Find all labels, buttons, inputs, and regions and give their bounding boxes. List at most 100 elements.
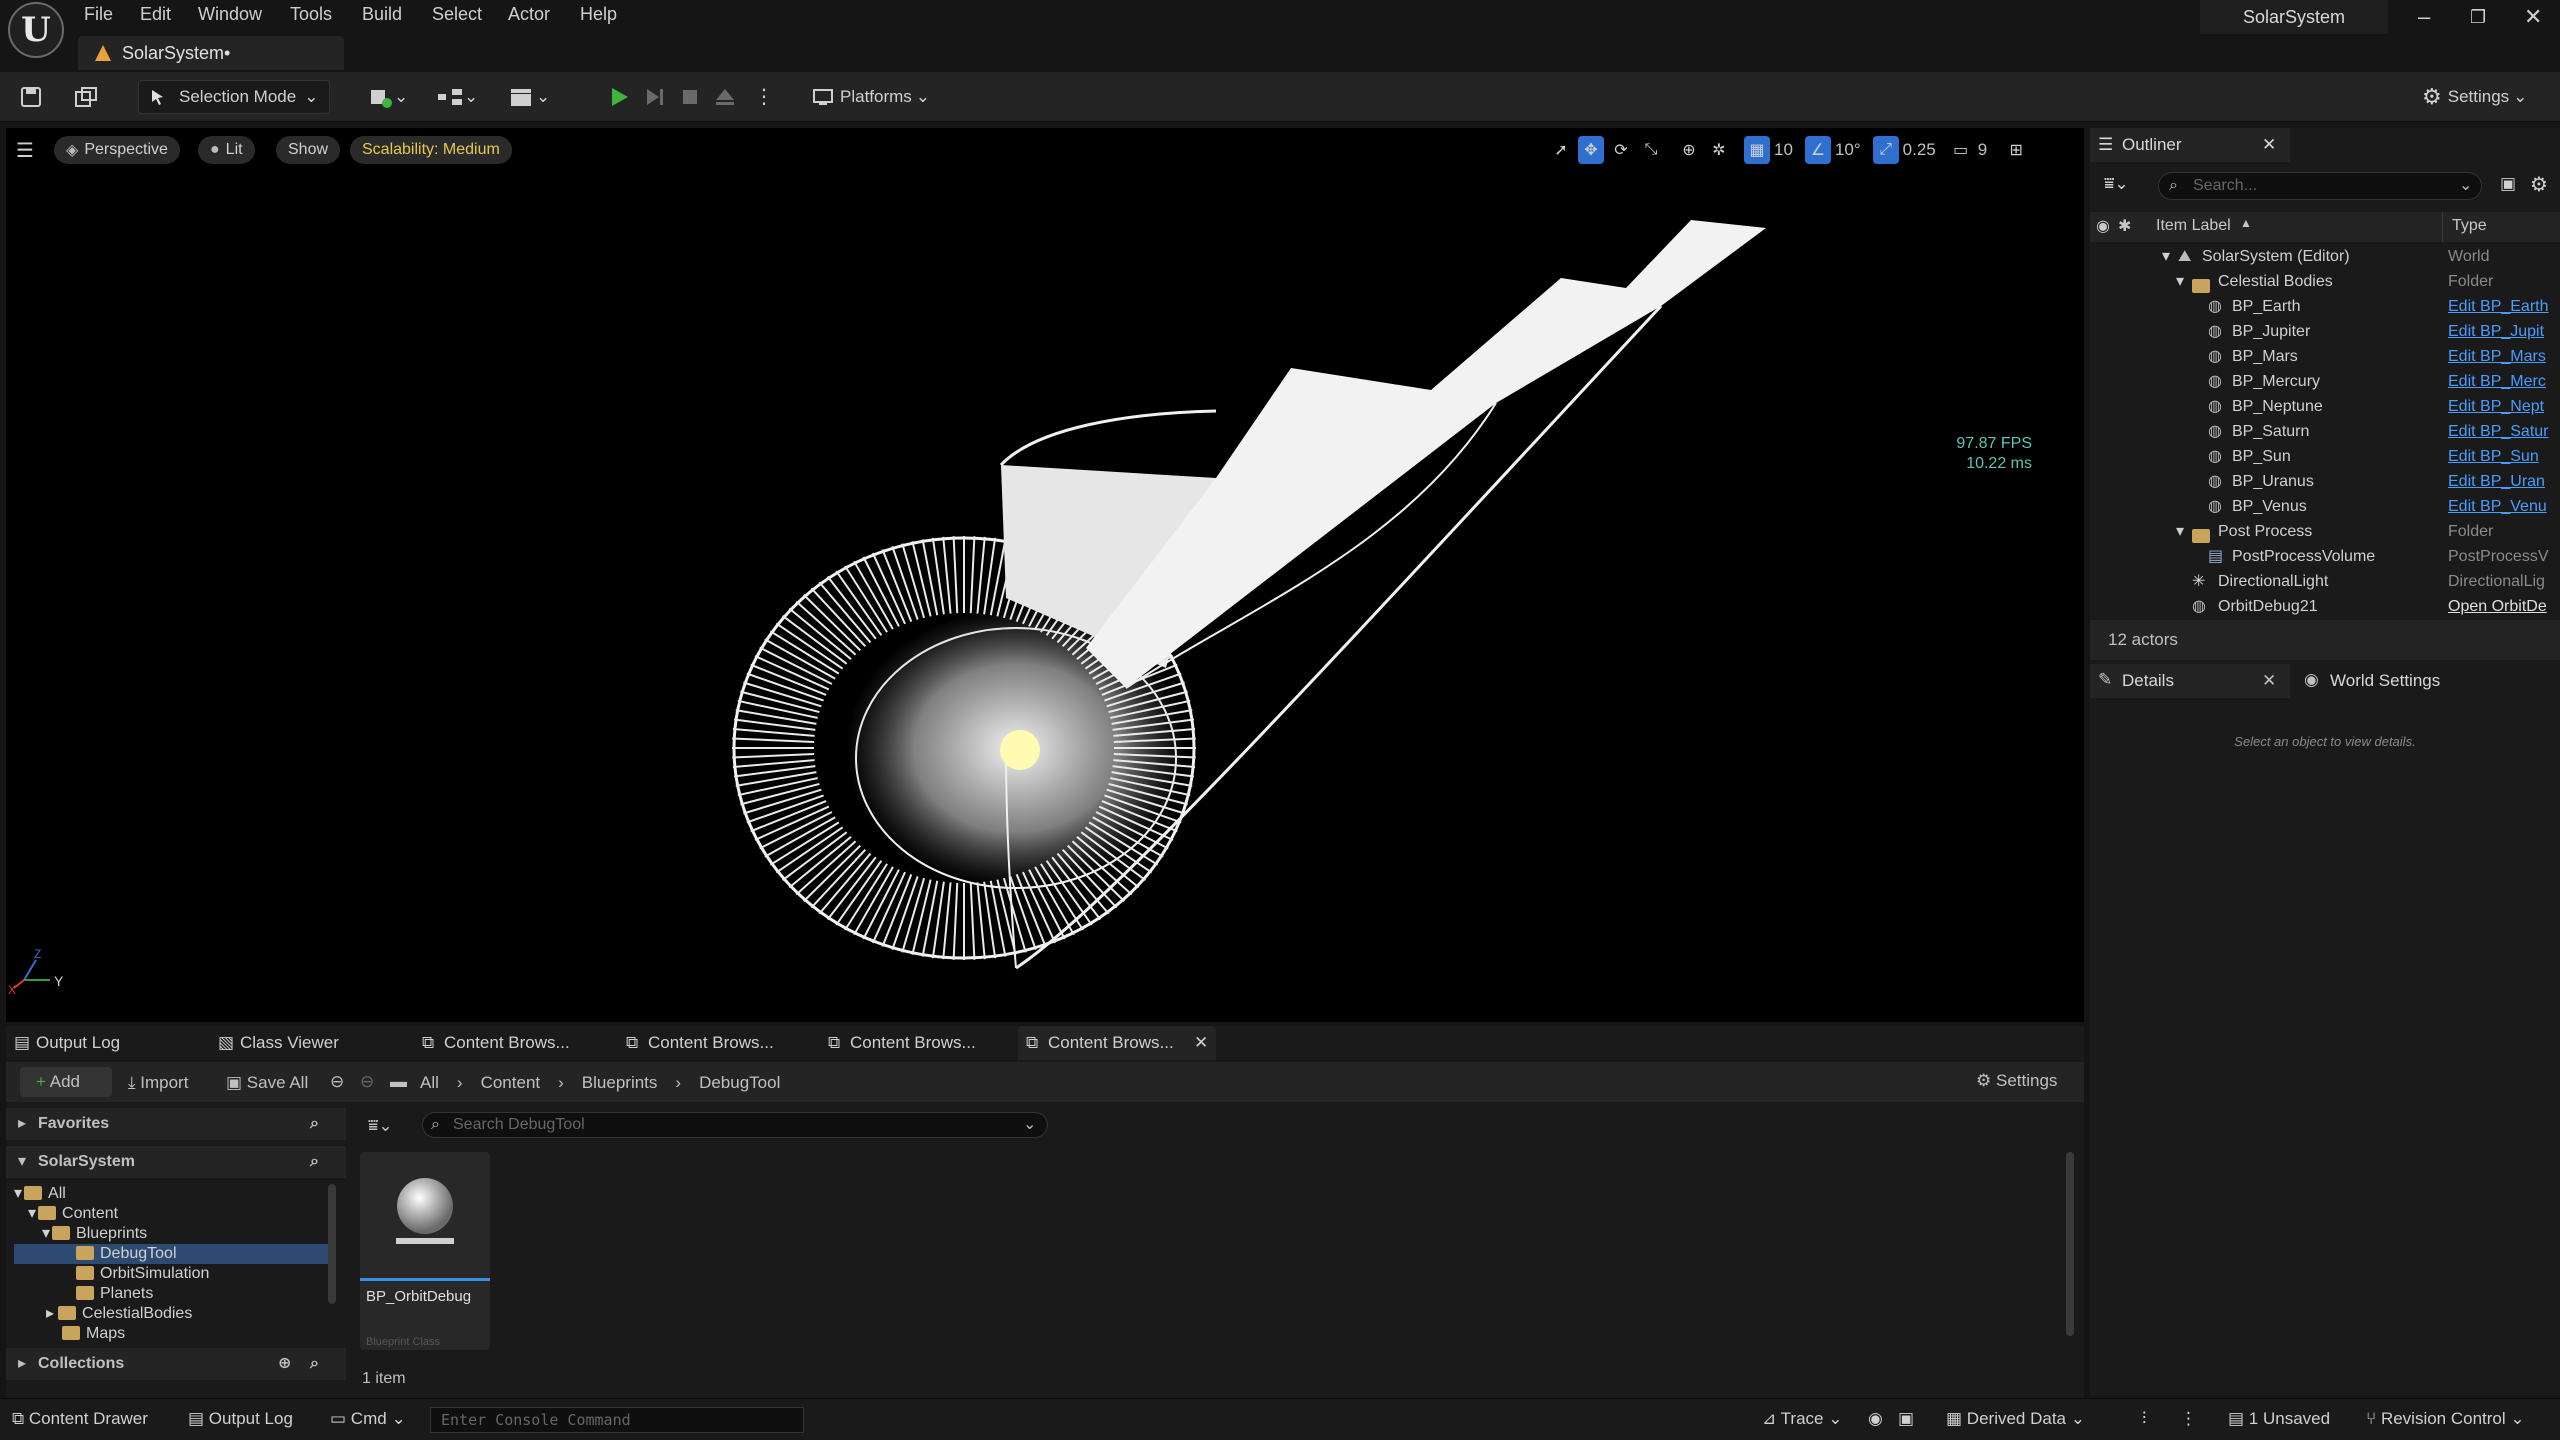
outliner-row-actor[interactable]: ▤ PostProcessVolume PostProcessV: [2090, 544, 2560, 569]
edit-blueprint-link[interactable]: Edit BP_Sun: [2448, 444, 2560, 469]
rotation-snap-icon[interactable]: ∠: [1804, 136, 1831, 164]
edit-blueprint-link[interactable]: Edit BP_Nept: [2448, 394, 2560, 419]
outliner-row-actor[interactable]: ◍ BP_Sun Edit BP_Sun: [2090, 444, 2560, 469]
item-label-column[interactable]: Item Label: [2156, 217, 2231, 235]
outliner-row-actor[interactable]: ◍ BP_Jupiter Edit BP_Jupit: [2090, 319, 2560, 344]
menu-help[interactable]: Help: [580, 4, 617, 25]
blueprint-button[interactable]: ⌄: [436, 80, 486, 114]
outliner-row-world[interactable]: ▾ ⛰ SolarSystem (Editor) World: [2090, 244, 2560, 269]
trace-dropdown[interactable]: ⊿ Trace ⌄: [1762, 1409, 1842, 1429]
edit-blueprint-link[interactable]: Edit BP_Venu: [2448, 494, 2560, 519]
tab-content-browser-2[interactable]: ⧉ Content Brows...: [618, 1026, 774, 1060]
world-settings-tab[interactable]: ◉ World Settings: [2296, 664, 2496, 698]
outliner-row-actor[interactable]: ◍ BP_Earth Edit BP_Earth: [2090, 294, 2560, 319]
tab-content-browser-3[interactable]: ⧉ Content Brows...: [820, 1026, 976, 1060]
cinematics-button[interactable]: ⌄: [508, 80, 558, 114]
tree-item-debugtool[interactable]: DebugTool: [14, 1244, 330, 1264]
edit-blueprint-link[interactable]: Edit BP_Uran: [2448, 469, 2560, 494]
menu-actor[interactable]: Actor: [508, 4, 550, 25]
scale-snap-value[interactable]: 0.25: [1903, 140, 1936, 160]
level-viewport[interactable]: Y Z X ☰ ◈ Perspective ● Lit Show Scalabi…: [6, 128, 2084, 1022]
more-options-icon[interactable]: ⋮: [754, 84, 774, 109]
more-options-icon[interactable]: ⋮: [2180, 1409, 2197, 1429]
outliner-row-actor[interactable]: ◍ BP_Mars Edit BP_Mars: [2090, 344, 2560, 369]
tree-item-orbitsimulation[interactable]: OrbitSimulation: [76, 1264, 209, 1284]
minimize-button[interactable]: –: [2418, 4, 2430, 30]
edit-blueprint-link[interactable]: Edit BP_Merc: [2448, 369, 2560, 394]
new-folder-icon[interactable]: ▣: [2500, 174, 2516, 194]
translate-tool-icon[interactable]: ✥: [1578, 136, 1604, 164]
tab-class-viewer[interactable]: ▧ Class Viewer: [210, 1026, 339, 1060]
breadcrumb-content[interactable]: Content: [481, 1073, 541, 1093]
search-icon[interactable]: ⌕: [310, 1146, 319, 1178]
play-icon[interactable]: [608, 86, 630, 108]
select-tool-icon[interactable]: ➚: [1548, 136, 1574, 164]
tree-item-celestialbodies[interactable]: ▸ CelestialBodies: [46, 1304, 192, 1324]
menu-tools[interactable]: Tools: [290, 4, 332, 25]
camera-speed-icon[interactable]: ▭: [1948, 136, 1974, 164]
camera-speed-value[interactable]: 9: [1978, 140, 1987, 160]
search-icon[interactable]: ⌕: [310, 1108, 319, 1140]
tab-content-browser-4[interactable]: ⧉ Content Brows... ✕: [1018, 1026, 1216, 1060]
menu-file[interactable]: File: [84, 4, 113, 25]
revision-control-dropdown[interactable]: ⑂ Revision Control ⌄: [2366, 1409, 2525, 1429]
asset-scrollbar[interactable]: [2066, 1152, 2074, 1336]
step-icon[interactable]: [644, 86, 666, 108]
gear-icon[interactable]: ⚙: [2530, 172, 2548, 197]
eject-icon[interactable]: [714, 86, 736, 108]
forward-icon[interactable]: ⊖: [360, 1072, 374, 1092]
world-space-icon[interactable]: ⊕: [1676, 136, 1702, 164]
outliner-search-input[interactable]: ⌕ Search... ⌄: [2158, 172, 2482, 200]
scalability-badge[interactable]: Scalability: Medium: [350, 136, 512, 164]
edit-blueprint-link[interactable]: Edit BP_Mars: [2448, 344, 2560, 369]
add-collection-icon[interactable]: ⊕: [278, 1348, 291, 1380]
stop-icon[interactable]: [680, 87, 700, 107]
tab-content-browser-1[interactable]: ⧉ Content Brows...: [414, 1026, 570, 1060]
cb-settings-button[interactable]: ⚙ Settings: [1976, 1071, 2057, 1091]
restore-button[interactable]: ❐: [2470, 7, 2486, 28]
maximize-viewport-icon[interactable]: ⊞: [2003, 136, 2029, 164]
tree-item-planets[interactable]: Planets: [76, 1284, 153, 1304]
outliner-row-actor[interactable]: ◍ BP_Venus Edit BP_Venu: [2090, 494, 2560, 519]
console-input[interactable]: Enter Console Command: [430, 1407, 804, 1433]
expand-arrow-icon[interactable]: ▾: [2176, 519, 2184, 544]
cmd-dropdown[interactable]: ▭ Cmd ⌄: [330, 1409, 406, 1429]
asset-tile-bp-orbitdebug[interactable]: BP_OrbitDebug Blueprint Class: [360, 1152, 490, 1350]
grid-snap-icon[interactable]: ▦: [1744, 136, 1770, 164]
show-button[interactable]: Show: [276, 136, 341, 164]
outliner-row-actor[interactable]: ◍ OrbitDebug21 Open OrbitDe: [2090, 594, 2560, 619]
scale-snap-icon[interactable]: ⤢: [1872, 136, 1899, 164]
type-column[interactable]: Type: [2452, 217, 2487, 235]
menu-window[interactable]: Window: [198, 4, 262, 25]
outliner-row-folder[interactable]: ▾ Post Process Folder: [2090, 519, 2560, 544]
content-drawer-button[interactable]: ⧉ Content Drawer: [12, 1409, 148, 1429]
add-button[interactable]: + Add: [20, 1067, 112, 1097]
surface-snap-icon[interactable]: ✲: [1706, 136, 1732, 164]
favorites-section[interactable]: ▸ Favorites ⌕: [6, 1108, 346, 1140]
selection-mode-dropdown[interactable]: Selection Mode ⌄: [138, 80, 330, 114]
folder-nav-icon[interactable]: ▬: [390, 1072, 407, 1092]
unreal-logo-icon[interactable]: U: [8, 2, 64, 58]
project-section[interactable]: ▾ SolarSystem ⌕: [6, 1146, 346, 1178]
filter-icon[interactable]: ⩸⌄: [2104, 174, 2129, 194]
collections-section[interactable]: ▸ Collections ⊕ ⌕: [6, 1348, 346, 1380]
asset-search-input[interactable]: ⌕ Search DebugTool ⌄: [422, 1112, 1048, 1138]
source-control-icon[interactable]: ⫶: [2142, 1409, 2146, 1429]
import-button[interactable]: ⤓ Import: [128, 1073, 188, 1093]
close-tab-icon[interactable]: ✕: [1194, 1026, 1208, 1060]
viewport-menu-icon[interactable]: ☰: [16, 138, 34, 163]
add-actor-button[interactable]: ⌄: [368, 80, 416, 114]
edit-blueprint-link[interactable]: Edit BP_Earth: [2448, 294, 2560, 319]
settings-dropdown[interactable]: ⚙ Settings ⌄: [2422, 80, 2550, 114]
tab-output-log[interactable]: ▤ Output Log: [6, 1026, 120, 1060]
outliner-row-folder[interactable]: ▾ Celestial Bodies Folder: [2090, 269, 2560, 294]
edit-blueprint-link[interactable]: Edit BP_Satur: [2448, 419, 2560, 444]
tree-item-all[interactable]: ▾ All: [14, 1184, 66, 1204]
record-icon[interactable]: ◉: [1868, 1409, 1883, 1429]
unsaved-button[interactable]: ▤ 1 Unsaved: [2228, 1409, 2330, 1429]
outliner-row-actor[interactable]: ✳ DirectionalLight DirectionalLig: [2090, 569, 2560, 594]
menu-select[interactable]: Select: [432, 4, 482, 25]
outliner-tab[interactable]: ☰ Outliner ✕: [2090, 128, 2290, 162]
back-icon[interactable]: ⊖: [330, 1072, 344, 1092]
rotate-tool-icon[interactable]: ⟳: [1608, 136, 1634, 164]
